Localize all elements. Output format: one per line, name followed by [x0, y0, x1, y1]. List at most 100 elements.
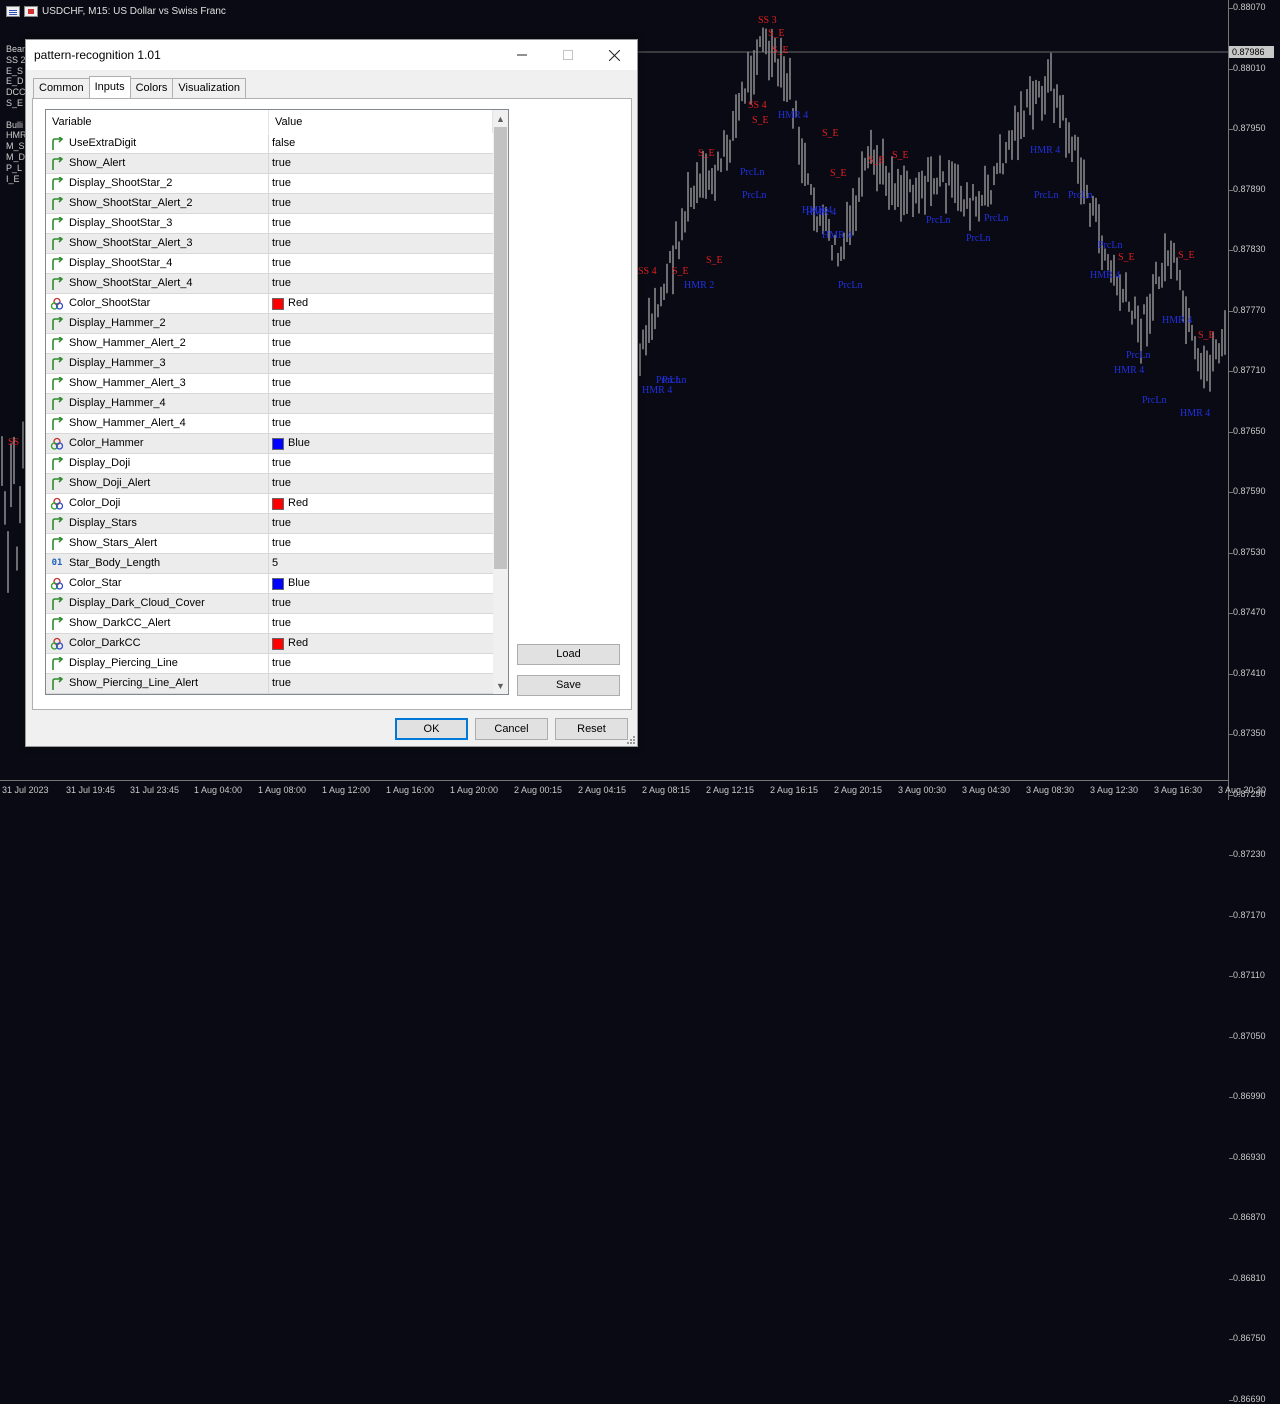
pattern-marker: PrcLn — [1034, 190, 1059, 201]
input-row[interactable]: Display_Piercing_Line true — [46, 654, 493, 674]
scroll-up-arrow-icon[interactable]: ▲ — [493, 110, 508, 127]
input-row[interactable]: Display_Stars true — [46, 514, 493, 534]
variable-name: Star_Body_Length — [69, 557, 161, 569]
input-row[interactable]: Show_DarkCC_Alert true — [46, 614, 493, 634]
tab-colors[interactable]: Colors — [129, 78, 174, 98]
value-cell[interactable]: true — [269, 174, 493, 193]
input-row[interactable]: UseExtraDigit false — [46, 134, 493, 154]
close-button[interactable] — [591, 40, 637, 70]
reset-button[interactable]: Reset — [555, 718, 628, 740]
dialog-titlebar[interactable]: pattern-recognition 1.01 — [26, 40, 637, 70]
value-cell[interactable]: true — [269, 354, 493, 373]
color-swatch — [272, 497, 284, 510]
input-row[interactable]: Show_ShootStar_Alert_4 true — [46, 274, 493, 294]
scroll-thumb[interactable] — [494, 127, 507, 569]
value-cell[interactable]: Red — [269, 294, 493, 313]
price-axis[interactable]: 0.88070 0.88010 0.87950 0.87890 0.87830 0.877… — [1228, 0, 1280, 1404]
value-cell[interactable]: true — [269, 334, 493, 353]
legend-line: E_D — [6, 76, 24, 87]
cancel-button[interactable]: Cancel — [475, 718, 548, 740]
variable-name: Show_DarkCC_Alert — [69, 617, 171, 629]
input-row[interactable]: Show_Hammer_Alert_4 true — [46, 414, 493, 434]
tab-visualization[interactable]: Visualization — [172, 78, 246, 98]
input-row[interactable]: Show_ShootStar_Alert_3 true — [46, 234, 493, 254]
input-row[interactable]: Display_ShootStar_3 true — [46, 214, 493, 234]
column-header-variable[interactable]: Variable — [46, 110, 269, 133]
value-cell[interactable]: true — [269, 394, 493, 413]
tab-inputs[interactable]: Inputs — [88, 76, 131, 98]
ok-button[interactable]: OK — [395, 718, 468, 740]
variable-name: Display_Hammer_3 — [69, 357, 166, 369]
variable-cell: Color_Star — [46, 574, 269, 593]
time-label: 2 Aug 12:15 — [706, 785, 755, 795]
pattern-marker: PrcLn — [1142, 395, 1167, 406]
value-cell[interactable]: Red — [269, 634, 493, 653]
value-cell[interactable]: true — [269, 594, 493, 613]
input-row[interactable]: 01 Star_Body_Length 5 — [46, 554, 493, 574]
value-cell[interactable]: true — [269, 674, 493, 693]
value-cell[interactable]: Blue — [269, 434, 493, 453]
value-cell[interactable]: true — [269, 654, 493, 673]
value-cell[interactable]: 5 — [269, 554, 493, 573]
variable-name: Display_ShootStar_3 — [69, 217, 173, 229]
legend-line: HMR — [6, 130, 27, 141]
input-row[interactable]: Show_Alert true — [46, 154, 493, 174]
column-header-value[interactable]: Value — [269, 110, 493, 133]
value-cell[interactable]: true — [269, 314, 493, 333]
bool-param-icon — [50, 396, 64, 411]
input-row[interactable]: Display_Dark_Cloud_Cover true — [46, 594, 493, 614]
value-cell[interactable]: true — [269, 214, 493, 233]
input-row[interactable]: Show_Hammer_Alert_3 true — [46, 374, 493, 394]
value-cell[interactable]: true — [269, 514, 493, 533]
value-cell[interactable]: Blue — [269, 574, 493, 593]
input-row[interactable]: Display_Hammer_3 true — [46, 354, 493, 374]
input-row[interactable]: Display_Doji true — [46, 454, 493, 474]
grid-scrollbar[interactable]: ▲ ▼ — [493, 110, 508, 694]
value-cell[interactable]: true — [269, 454, 493, 473]
time-label: 3 Aug 00:30 — [898, 785, 947, 795]
variable-cell: Display_Piercing_Line — [46, 654, 269, 673]
legend-line: SS 2 — [6, 54, 26, 65]
variable-cell: Display_Stars — [46, 514, 269, 533]
input-row[interactable]: Color_Hammer Blue — [46, 434, 493, 454]
maximize-button[interactable] — [545, 40, 591, 70]
one-click-trading-icon[interactable] — [24, 6, 38, 17]
variable-name: Display_ShootStar_2 — [69, 177, 173, 189]
input-row[interactable]: Display_Hammer_4 true — [46, 394, 493, 414]
input-row[interactable]: Color_DarkCC Red — [46, 634, 493, 654]
value-cell[interactable]: true — [269, 154, 493, 173]
pattern-marker: SS 4 — [748, 100, 767, 111]
scroll-down-arrow-icon[interactable]: ▼ — [493, 677, 508, 694]
input-row[interactable]: Show_Doji_Alert true — [46, 474, 493, 494]
value-cell[interactable]: true — [269, 254, 493, 273]
input-row[interactable]: Color_Doji Red — [46, 494, 493, 514]
input-row[interactable]: Display_Hammer_2 true — [46, 314, 493, 334]
value-cell[interactable]: true — [269, 474, 493, 493]
input-row[interactable]: Show_ShootStar_Alert_2 true — [46, 194, 493, 214]
input-row[interactable]: Color_ShootStar Red — [46, 294, 493, 314]
input-row[interactable]: Display_ShootStar_2 true — [46, 174, 493, 194]
value-cell[interactable]: true — [269, 614, 493, 633]
value-cell[interactable]: true — [269, 274, 493, 293]
value-cell[interactable]: true — [269, 534, 493, 553]
tab-common[interactable]: Common — [33, 78, 90, 98]
value-cell[interactable]: true — [269, 374, 493, 393]
variable-name: UseExtraDigit — [69, 137, 137, 149]
value-cell[interactable]: true — [269, 234, 493, 253]
save-button[interactable]: Save — [517, 675, 620, 696]
minimize-button[interactable] — [499, 40, 545, 70]
input-row[interactable]: Color_Star Blue — [46, 574, 493, 594]
value-cell[interactable]: true — [269, 194, 493, 213]
resize-grip-icon[interactable] — [626, 735, 635, 744]
time-axis[interactable]: 31 Jul 2023 31 Jul 19:45 31 Jul 23:45 1 Aug… — [0, 780, 1266, 800]
input-row[interactable]: Show_Piercing_Line_Alert true — [46, 674, 493, 694]
input-row[interactable]: Show_Hammer_Alert_2 true — [46, 334, 493, 354]
input-row[interactable]: Display_ShootStar_4 true — [46, 254, 493, 274]
value-cell[interactable]: Red — [269, 494, 493, 513]
chart-menu-icon[interactable] — [6, 6, 20, 17]
input-row[interactable]: Show_Stars_Alert true — [46, 534, 493, 554]
value-cell[interactable]: true — [269, 414, 493, 433]
load-button[interactable]: Load — [517, 644, 620, 665]
value-cell[interactable]: false — [269, 134, 493, 153]
price-label: 0.87170 — [1233, 909, 1266, 920]
